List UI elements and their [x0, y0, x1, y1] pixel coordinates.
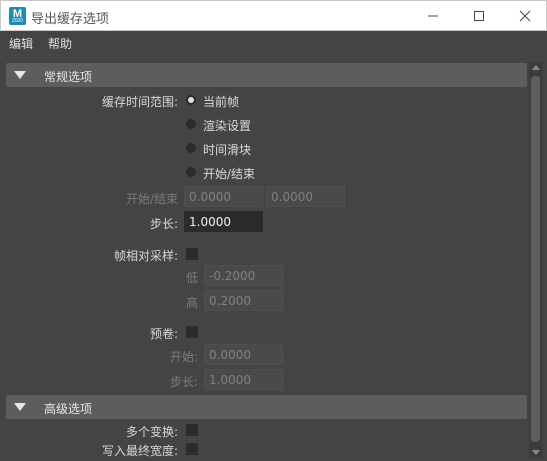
general-options-header[interactable]: 常规选项 — [6, 63, 527, 87]
end-field[interactable]: 0.0000 — [266, 186, 345, 207]
radio-current-frame-label: 当前帧 — [203, 95, 240, 109]
frame-relative-sample-checkbox[interactable] — [186, 248, 198, 260]
general-options-title: 常规选项 — [44, 70, 93, 84]
high-field[interactable]: 0.2000 — [204, 290, 283, 311]
minimize-icon — [428, 15, 438, 17]
maximize-icon — [474, 11, 484, 21]
step-field[interactable]: 1.0000 — [184, 211, 263, 232]
minimize-button[interactable] — [410, 1, 456, 31]
multiple-transforms-checkbox[interactable] — [186, 424, 198, 436]
window-title: 导出缓存选项 — [31, 12, 110, 27]
preroll-step-label: 步长: — [169, 375, 198, 389]
write-final-width-label: 写入最终宽度: — [101, 444, 178, 458]
scroll-thumb[interactable] — [531, 76, 540, 442]
advanced-options-header[interactable]: 高级选项 — [6, 395, 527, 419]
preroll-checkbox[interactable] — [186, 326, 198, 338]
menu-help[interactable]: 帮助 — [48, 35, 72, 52]
scroll-down-arrow-icon[interactable] — [532, 450, 540, 455]
start-end-label: 开始/结束 — [125, 192, 178, 206]
close-button[interactable] — [502, 1, 547, 31]
options-panel: 常规选项 缓存时间范围: 当前帧 渲染设置 时间滑块 开始/结束 开始/结束 0… — [6, 62, 528, 458]
radio-start-end-label: 开始/结束 — [203, 167, 256, 181]
start-field[interactable]: 0.0000 — [184, 186, 263, 207]
step-label: 步长: — [149, 217, 178, 231]
preroll-start-label: 开始: — [169, 350, 198, 364]
high-label: 高 — [185, 296, 198, 310]
preroll-label: 预卷: — [149, 327, 178, 341]
radio-time-slider-label: 时间滑块 — [203, 143, 252, 157]
radio-time-slider[interactable] — [186, 143, 196, 153]
low-field[interactable]: -0.2000 — [204, 265, 283, 286]
radio-start-end[interactable] — [186, 167, 196, 177]
preroll-step-field[interactable]: 1.0000 — [204, 369, 283, 390]
close-icon — [519, 10, 531, 22]
app-icon-sub: 2020 — [11, 18, 24, 24]
menu-bar: 编辑 帮助 — [0, 31, 547, 54]
frame-relative-sample-label: 帧相对采样: — [113, 249, 178, 263]
scroll-up-arrow-icon[interactable] — [532, 65, 540, 70]
collapse-triangle-icon — [14, 403, 26, 411]
radio-render-settings-label: 渲染设置 — [203, 119, 252, 133]
advanced-options-title: 高级选项 — [44, 402, 93, 416]
maximize-button[interactable] — [456, 1, 502, 31]
radio-render-settings[interactable] — [186, 119, 196, 129]
multiple-transforms-label: 多个变换: — [125, 425, 178, 439]
vertical-scrollbar[interactable] — [529, 62, 542, 458]
maya-app-icon: M 2020 — [9, 7, 26, 25]
title-bar: M 2020 导出缓存选项 — [0, 0, 547, 31]
menu-edit[interactable]: 编辑 — [9, 35, 33, 52]
cache-range-label: 缓存时间范围: — [101, 95, 178, 109]
collapse-triangle-icon — [14, 71, 26, 79]
write-final-width-checkbox[interactable] — [186, 443, 198, 455]
preroll-start-field[interactable]: 0.0000 — [204, 344, 283, 365]
radio-current-frame[interactable] — [186, 95, 196, 105]
low-label: 低 — [185, 271, 198, 285]
